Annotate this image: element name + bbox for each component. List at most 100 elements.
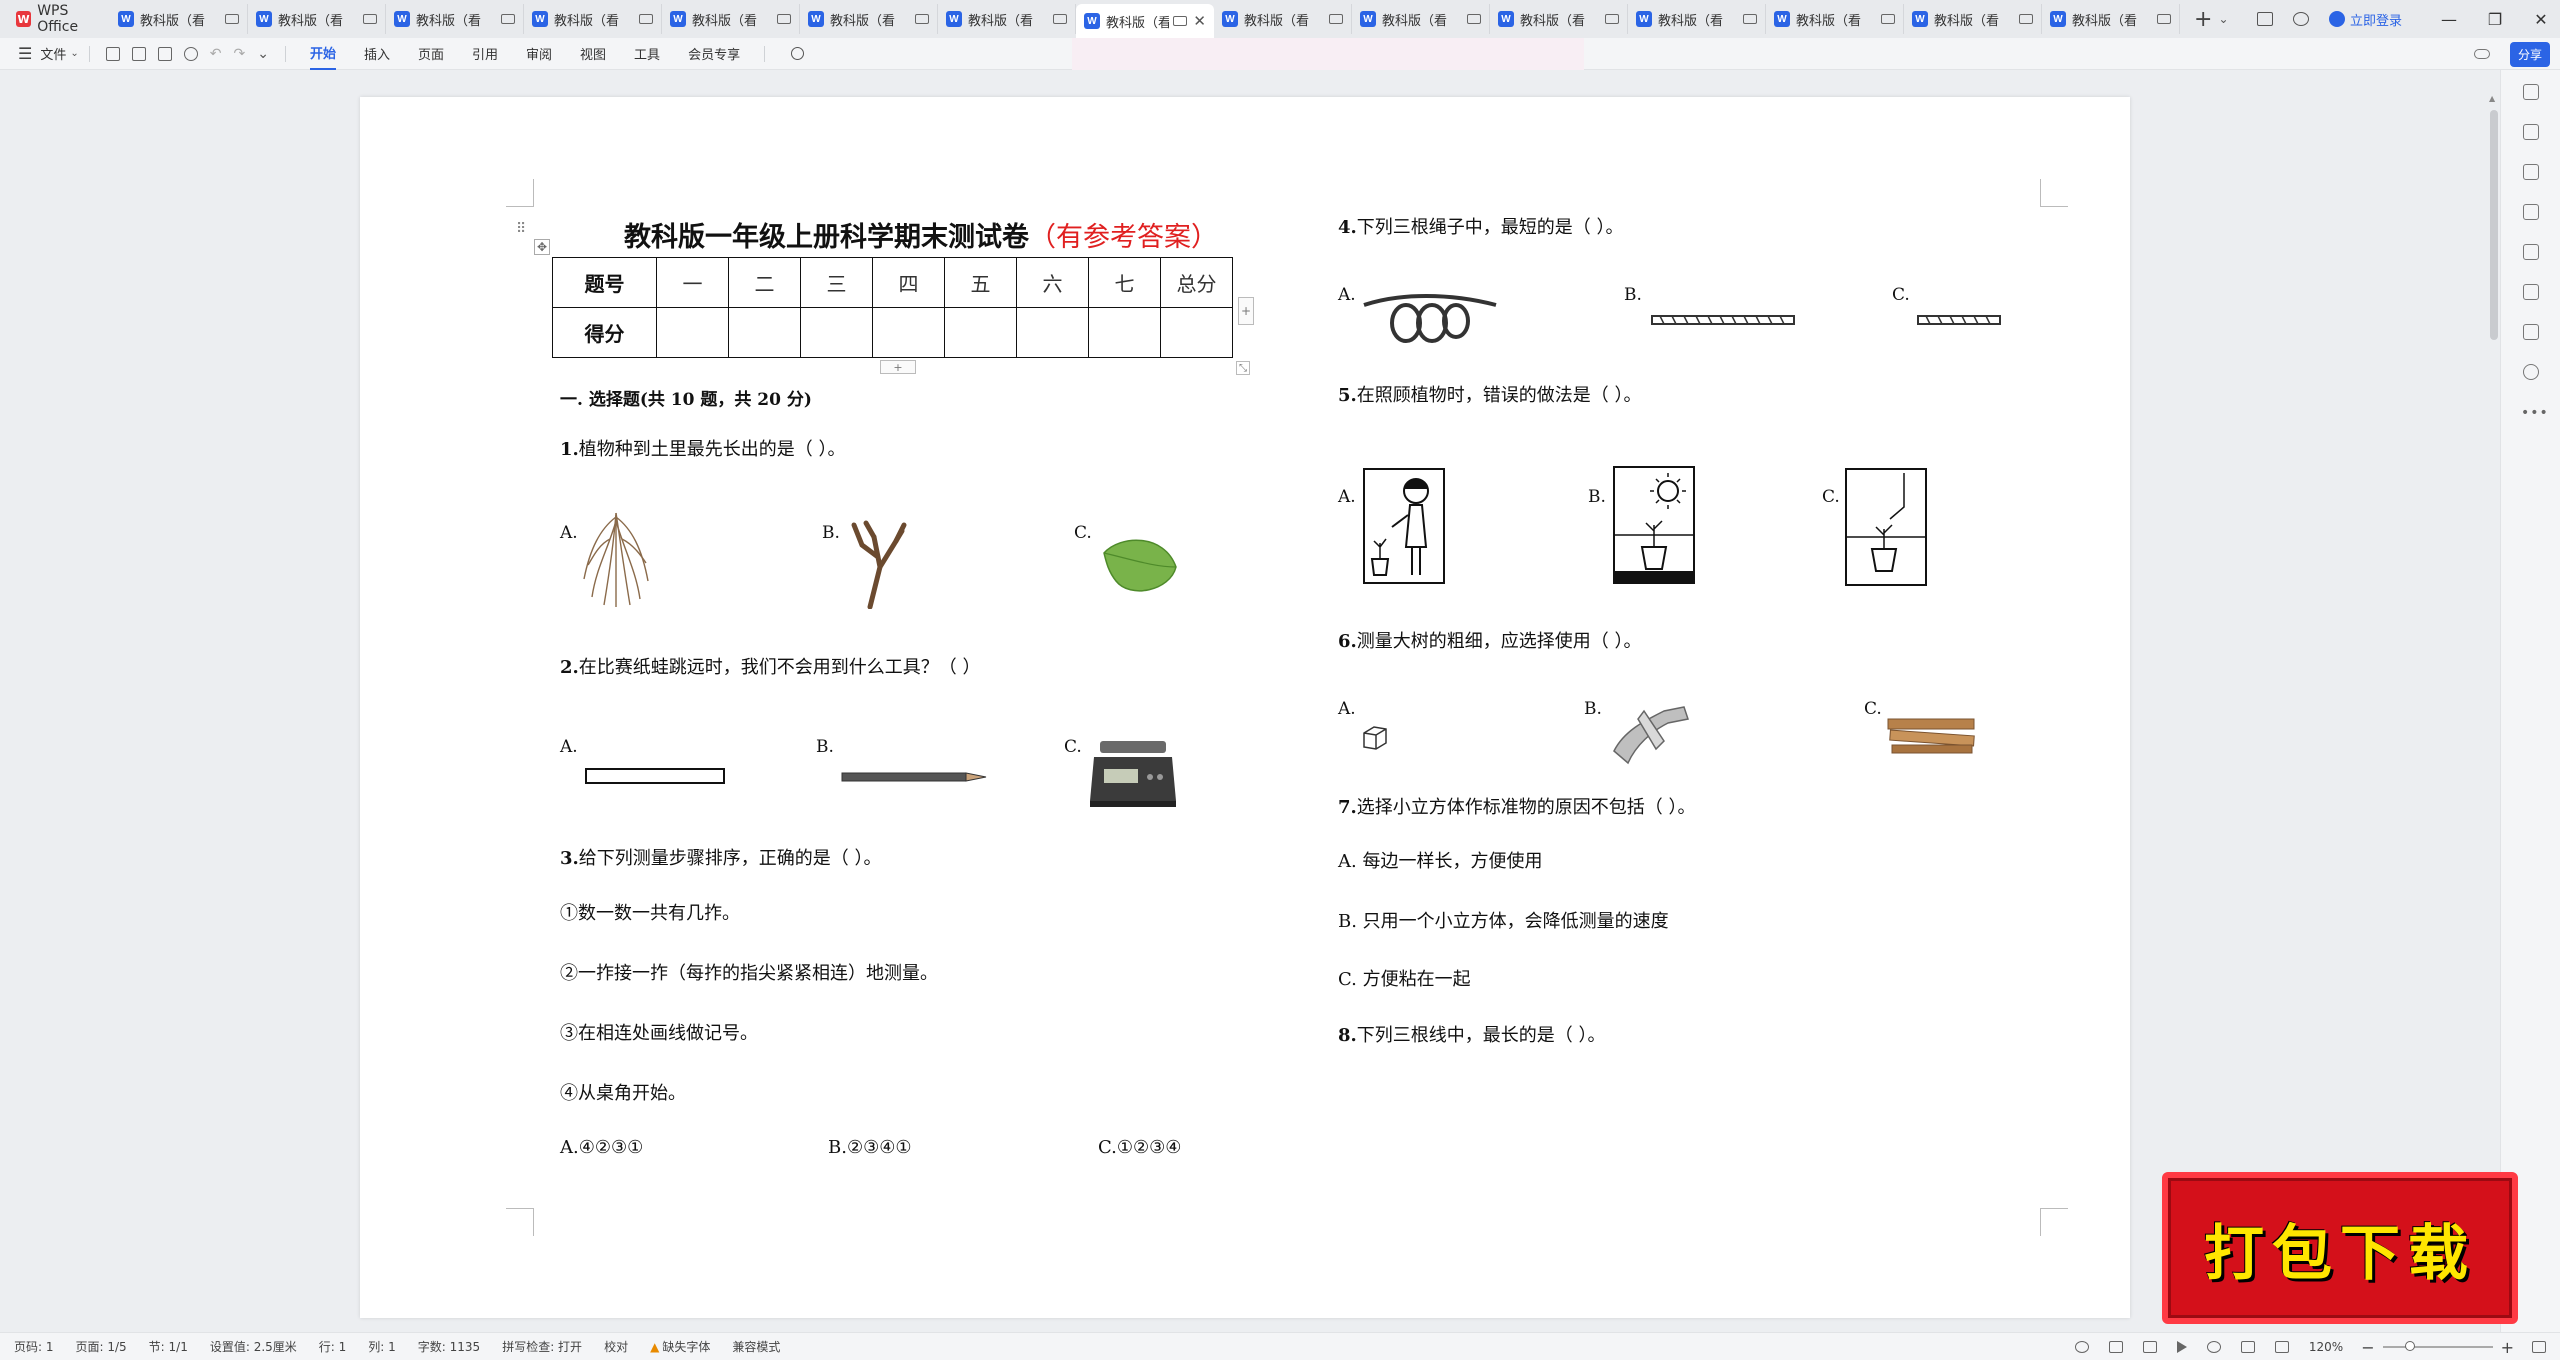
add-column-button[interactable]: +	[1238, 297, 1254, 325]
new-tab-icon[interactable]: +	[2194, 7, 2212, 32]
status-section[interactable]: 节: 1/1	[149, 1338, 188, 1355]
pen-mode-icon[interactable]	[2240, 1341, 2255, 1353]
document-tab[interactable]: W 教科版（看	[662, 4, 800, 34]
book-icon[interactable]	[2523, 324, 2539, 340]
redo-icon[interactable]: ↷	[233, 46, 245, 62]
document-tab[interactable]: W 教科版（看	[110, 4, 248, 34]
document-tab[interactable]: W 教科版（看	[1490, 4, 1628, 34]
document-tab[interactable]: W 教科版（看	[2042, 4, 2180, 34]
hamburger-icon[interactable]: ☰	[18, 44, 32, 63]
ribbon-tab[interactable]: 页面	[418, 38, 444, 70]
zoom-slider[interactable]	[2382, 1341, 2493, 1351]
table-resize-icon[interactable]: ⤡	[1236, 361, 1250, 375]
table-cell[interactable]: 一	[656, 257, 729, 308]
table-cell[interactable]	[944, 307, 1017, 358]
undo-icon[interactable]: ↶	[210, 46, 222, 62]
drag-handle-icon[interactable]: ⠿	[516, 221, 526, 237]
table-cell[interactable]: 二	[728, 257, 801, 308]
document-tab[interactable]: W 教科版（看	[938, 4, 1076, 34]
close-window-icon[interactable]: ✕	[2522, 10, 2560, 29]
more-icon[interactable]: •••	[2521, 405, 2549, 421]
document-tab[interactable]: W 教科版（看	[248, 4, 386, 34]
format-icon[interactable]	[2523, 244, 2539, 260]
eye-icon[interactable]	[2074, 1341, 2089, 1353]
document-tab[interactable]: W 教科版（看	[1352, 4, 1490, 34]
table-cell[interactable]	[1160, 307, 1233, 358]
status-pages[interactable]: 页面: 1/5	[76, 1338, 127, 1355]
chevron-down-icon[interactable]: ⌄	[2218, 12, 2228, 26]
document-tab[interactable]: W 教科版（看	[1628, 4, 1766, 34]
play-icon[interactable]	[2176, 1341, 2187, 1353]
export-pdf-icon[interactable]	[131, 46, 146, 61]
zoom-level[interactable]: 120%	[2309, 1340, 2343, 1354]
table-cell[interactable]	[872, 307, 945, 358]
table-cell[interactable]	[656, 307, 729, 358]
document-workspace[interactable]: 教科版一年级上册科学期末测试卷（有参考答案） ⠿ ✥ 题号 一 二 三 四 五 …	[0, 70, 2500, 1332]
table-cell[interactable]: 得分	[552, 307, 657, 358]
collapse-icon[interactable]	[2523, 84, 2539, 100]
cube-icon[interactable]	[2292, 12, 2309, 26]
status-spell-check[interactable]: 拼写检查: 打开	[502, 1338, 582, 1355]
restore-icon[interactable]: ❐	[2476, 10, 2514, 29]
score-table[interactable]: 题号 一 二 三 四 五 六 七 总分 得分	[552, 257, 1233, 358]
chevron-down-icon[interactable]: ⌄	[257, 46, 269, 62]
web-view-icon[interactable]	[2206, 1341, 2221, 1353]
pen-icon[interactable]	[2523, 124, 2539, 140]
table-cell[interactable]	[800, 307, 873, 358]
status-setting[interactable]: 设置值: 2.5厘米	[210, 1338, 297, 1355]
vertical-scrollbar[interactable]	[2490, 110, 2498, 340]
help-icon[interactable]	[2523, 364, 2539, 380]
document-tab[interactable]: W 教科版（看	[1904, 4, 2042, 34]
table-move-icon[interactable]: ✥	[534, 239, 550, 255]
app-home-tab[interactable]: W WPS Office	[0, 0, 110, 38]
document-tab[interactable]: W 教科版（看	[1766, 4, 1904, 34]
close-tab-icon[interactable]: ✕	[1193, 12, 1206, 30]
table-cell[interactable]: 三	[800, 257, 873, 308]
status-words[interactable]: 字数: 1135	[418, 1338, 480, 1355]
ribbon-tab[interactable]: 会员专享	[688, 38, 740, 70]
status-proofread[interactable]: 校对	[604, 1338, 628, 1355]
tools-icon[interactable]	[2523, 284, 2539, 300]
print-preview-icon[interactable]	[183, 46, 198, 61]
ribbon-tab[interactable]: 开始	[309, 38, 336, 70]
table-cell[interactable]	[728, 307, 801, 358]
zoom-slider-knob[interactable]	[2404, 1341, 2415, 1351]
ribbon-tab[interactable]: 视图	[580, 38, 606, 70]
cloud-icon[interactable]	[2473, 49, 2490, 59]
table-cell[interactable]: 总分	[1160, 257, 1233, 308]
document-tab[interactable]: W 教科版（看	[1214, 4, 1352, 34]
table-cell[interactable]: 四	[872, 257, 945, 308]
table-cell[interactable]: 五	[944, 257, 1017, 308]
ribbon-tab[interactable]: 引用	[472, 38, 498, 70]
document-page[interactable]: 教科版一年级上册科学期末测试卷（有参考答案） ⠿ ✥ 题号 一 二 三 四 五 …	[360, 97, 2130, 1318]
list-view-icon[interactable]	[2142, 1341, 2157, 1353]
select-icon[interactable]	[2523, 164, 2539, 180]
table-cell[interactable]	[1016, 307, 1089, 358]
download-stamp[interactable]: 打包下载	[2162, 1172, 2518, 1324]
fit-page-icon[interactable]	[2274, 1341, 2289, 1353]
share-button[interactable]: 分享	[2509, 41, 2550, 67]
table-cell[interactable]	[1088, 307, 1161, 358]
document-tab[interactable]: W 教科版（看	[524, 4, 662, 34]
zoom-out-icon[interactable]: −	[2361, 1338, 2374, 1357]
zoom-in-icon[interactable]: +	[2501, 1338, 2514, 1357]
ribbon-tab[interactable]: 工具	[634, 38, 660, 70]
login-button[interactable]: 立即登录	[2328, 10, 2402, 29]
minimize-icon[interactable]: —	[2430, 10, 2468, 29]
search-icon[interactable]	[791, 47, 805, 60]
page-view-icon[interactable]	[2108, 1341, 2123, 1353]
add-row-button[interactable]: +	[880, 360, 916, 374]
scroll-up-icon[interactable]: ▲	[2489, 94, 2495, 103]
document-tab[interactable]: W 教科版（看 ✕	[1076, 4, 1214, 38]
layout-icon[interactable]	[2256, 12, 2273, 26]
table-cell[interactable]: 六	[1016, 257, 1089, 308]
document-title[interactable]: 教科版一年级上册科学期末测试卷（有参考答案）	[624, 215, 1218, 254]
status-missing-font[interactable]: ▲ 缺失字体	[650, 1338, 710, 1355]
table-cell[interactable]: 题号	[552, 257, 657, 308]
document-tab[interactable]: W 教科版（看	[386, 4, 524, 34]
ribbon-tab[interactable]: 插入	[364, 38, 390, 70]
document-tab[interactable]: W 教科版（看	[800, 4, 938, 34]
fullscreen-icon[interactable]	[2532, 1341, 2546, 1353]
status-page-number[interactable]: 页码: 1	[14, 1338, 54, 1355]
table-cell[interactable]: 七	[1088, 257, 1161, 308]
